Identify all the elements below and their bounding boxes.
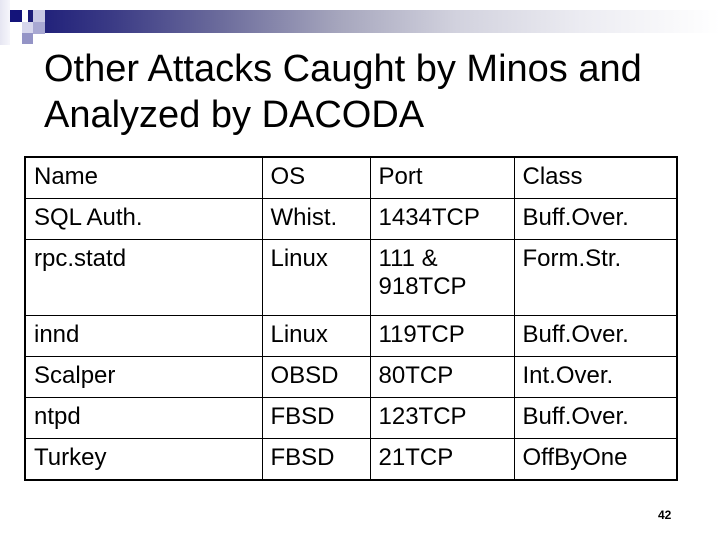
header-class: Class [513, 156, 678, 199]
table-row: innd Linux 119TCP Buff.Over. [24, 315, 678, 357]
header-port: Port [369, 156, 515, 199]
logo-square-icon [22, 33, 33, 44]
cell-os: FBSD [261, 397, 371, 439]
cell-class: Buff.Over. [513, 397, 678, 439]
gradient-header-bar [28, 10, 720, 33]
slide-title: Other Attacks Caught by Minos and Analyz… [44, 46, 642, 138]
cell-name: SQL Auth. [24, 198, 263, 240]
cell-port: 111 & 918TCP [369, 239, 515, 316]
cell-port: 80TCP [369, 356, 515, 398]
table-row: Turkey FBSD 21TCP OffByOne [24, 438, 678, 481]
cell-os: Linux [261, 239, 371, 316]
table-row: ntpd FBSD 123TCP Buff.Over. [24, 397, 678, 439]
cell-os: Linux [261, 315, 371, 357]
logo-square-icon [10, 10, 22, 22]
table-row: SQL Auth. Whist. 1434TCP Buff.Over. [24, 198, 678, 240]
logo-square-icon [33, 22, 45, 34]
page-number: 42 [658, 508, 672, 522]
logo-square-icon [0, 0, 10, 45]
title-line-1: Other Attacks Caught by Minos and [44, 48, 642, 90]
title-line-2: Analyzed by DACODA [44, 94, 425, 136]
cell-class: Form.Str. [513, 239, 678, 316]
cell-os: OBSD [261, 356, 371, 398]
cell-class: Buff.Over. [513, 315, 678, 357]
port-line: 111 & [378, 245, 438, 272]
table-header-row: Name OS Port Class [24, 156, 678, 199]
cell-os: Whist. [261, 198, 371, 240]
cell-name: ntpd [24, 397, 263, 439]
header-name: Name [24, 156, 263, 199]
cell-port: 123TCP [369, 397, 515, 439]
cell-name: Turkey [24, 438, 263, 481]
attacks-table: Name OS Port Class SQL Auth. Whist. 1434… [24, 156, 678, 481]
cell-name: rpc.statd [24, 239, 263, 316]
cell-name: Scalper [24, 356, 263, 398]
cell-class: Buff.Over. [513, 198, 678, 240]
table-row: rpc.statd Linux 111 & 918TCP Form.Str. [24, 239, 678, 316]
logo-square-icon [33, 10, 45, 22]
port-line: 918TCP [378, 273, 467, 300]
cell-os: FBSD [261, 438, 371, 481]
cell-name: innd [24, 315, 263, 357]
cell-port: 119TCP [369, 315, 515, 357]
cell-port: 21TCP [369, 438, 515, 481]
table-row: Scalper OBSD 80TCP Int.Over. [24, 356, 678, 398]
cell-class: OffByOne [513, 438, 678, 481]
cell-port: 1434TCP [369, 198, 515, 240]
header-os: OS [261, 156, 371, 199]
cell-class: Int.Over. [513, 356, 678, 398]
